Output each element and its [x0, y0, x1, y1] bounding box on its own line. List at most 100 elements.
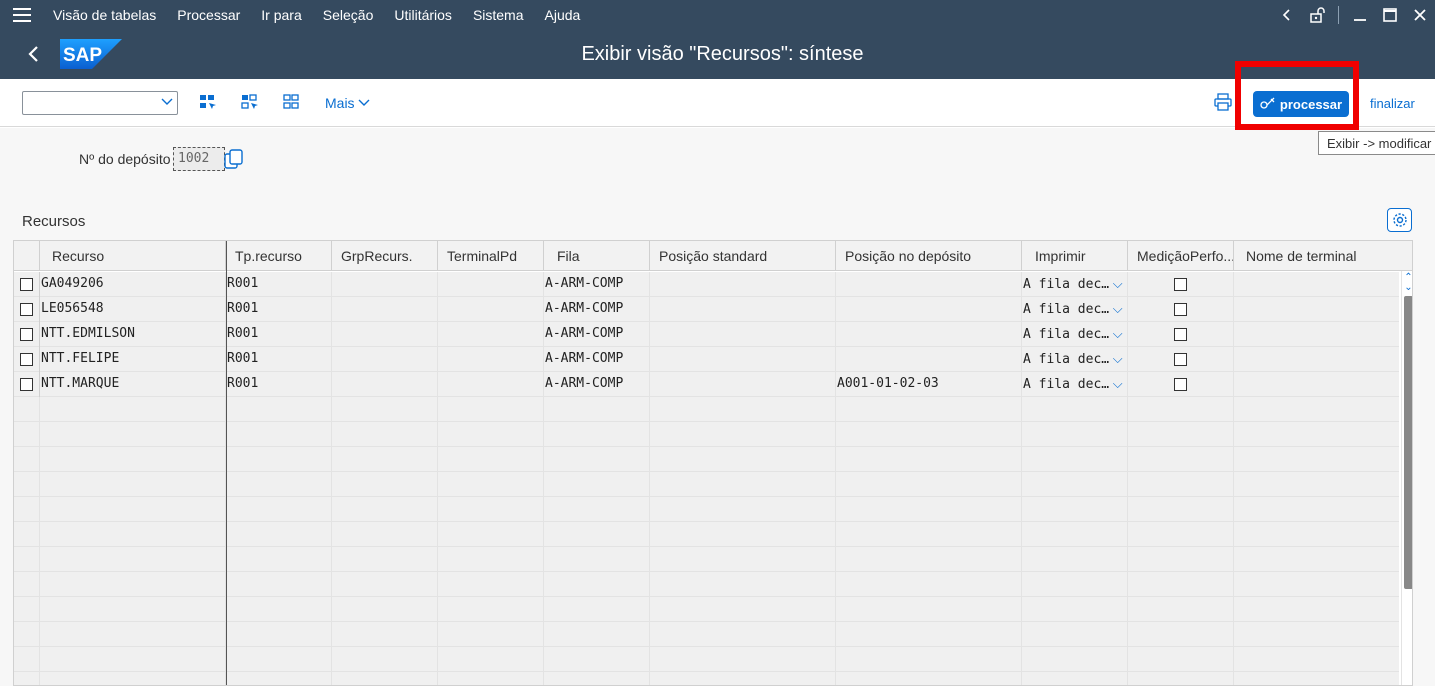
cell-grp-recurs[interactable]: [332, 347, 438, 372]
cell-posicao-standard[interactable]: [650, 322, 836, 347]
unlock-icon[interactable]: [1302, 0, 1332, 30]
column-header-posicao-standard[interactable]: Posição standard: [650, 241, 836, 271]
column-header-terminal-pd[interactable]: TerminalPd: [438, 241, 544, 271]
close-icon[interactable]: [1405, 0, 1435, 30]
cell-posicao-no-deposito[interactable]: [836, 272, 1022, 297]
cell-fila[interactable]: A-ARM-COMP: [544, 272, 650, 297]
cell-imprimir-dropdown[interactable]: A fila dec… ⌵: [1022, 272, 1128, 297]
cell-tp-recurso[interactable]: R001: [226, 372, 332, 397]
cell-posicao-no-deposito[interactable]: [836, 347, 1022, 372]
cell-recurso[interactable]: NTT.MARQUE: [40, 372, 226, 397]
medicao-checkbox[interactable]: [1174, 353, 1187, 366]
cell-fila[interactable]: A-ARM-COMP: [544, 372, 650, 397]
table-row[interactable]: NTT.MARQUE R001 A-ARM-COMP A001-01-02-03…: [14, 372, 1399, 397]
medicao-checkbox[interactable]: [1174, 328, 1187, 341]
value-help-icon[interactable]: [224, 149, 244, 171]
finish-button[interactable]: finalizar: [1370, 96, 1415, 111]
chevron-down-icon[interactable]: ⌵: [1109, 301, 1123, 316]
column-header-medicao-perfo[interactable]: MediçãoPerfo...: [1128, 241, 1234, 271]
cell-terminal-pd[interactable]: [438, 372, 544, 397]
cell-posicao-standard[interactable]: [650, 347, 836, 372]
column-header-grp-recurs[interactable]: GrpRecurs.: [332, 241, 438, 271]
cell-recurso[interactable]: NTT.FELIPE: [40, 347, 226, 372]
select-all-icon[interactable]: [199, 93, 219, 113]
menu-item-ajuda[interactable]: Ajuda: [545, 7, 581, 23]
cell-posicao-no-deposito[interactable]: [836, 297, 1022, 322]
cell-nome-de-terminal[interactable]: [1234, 322, 1401, 347]
column-header-imprimir[interactable]: Imprimir: [1022, 241, 1128, 271]
menu-item-processar[interactable]: Processar: [177, 7, 240, 23]
column-header-nome-de-terminal[interactable]: Nome de terminal: [1234, 241, 1401, 271]
table-row[interactable]: NTT.FELIPE R001 A-ARM-COMP A fila dec… ⌵: [14, 347, 1399, 372]
cell-fila[interactable]: A-ARM-COMP: [544, 322, 650, 347]
menu-item-sistema[interactable]: Sistema: [473, 7, 524, 23]
cell-tp-recurso[interactable]: R001: [226, 347, 332, 372]
cell-imprimir-dropdown[interactable]: A fila dec… ⌵: [1022, 322, 1128, 347]
cell-posicao-standard[interactable]: [650, 272, 836, 297]
cell-tp-recurso[interactable]: R001: [226, 322, 332, 347]
select-block-icon[interactable]: [241, 93, 261, 113]
cell-nome-de-terminal[interactable]: [1234, 272, 1401, 297]
row-checkbox[interactable]: [20, 328, 33, 341]
cell-nome-de-terminal[interactable]: [1234, 297, 1401, 322]
chevron-down-icon[interactable]: ⌵: [1109, 351, 1123, 366]
cell-imprimir-dropdown[interactable]: A fila dec… ⌵: [1022, 372, 1128, 397]
cell-posicao-no-deposito[interactable]: [836, 322, 1022, 347]
cell-imprimir-dropdown[interactable]: A fila dec… ⌵: [1022, 297, 1128, 322]
medicao-checkbox[interactable]: [1174, 303, 1187, 316]
cell-recurso[interactable]: LE056548: [40, 297, 226, 322]
table-row[interactable]: NTT.EDMILSON R001 A-ARM-COMP A fila dec……: [14, 322, 1399, 347]
printer-icon[interactable]: [1214, 93, 1234, 113]
menu-item-selecao[interactable]: Seleção: [323, 7, 374, 23]
row-selector-header[interactable]: [14, 241, 40, 271]
menu-item-visao-de-tabelas[interactable]: Visão de tabelas: [53, 7, 156, 23]
cell-grp-recurs[interactable]: [332, 372, 438, 397]
cell-nome-de-terminal[interactable]: [1234, 372, 1401, 397]
cell-recurso[interactable]: GA049206: [40, 272, 226, 297]
medicao-checkbox[interactable]: [1174, 278, 1187, 291]
row-checkbox[interactable]: [20, 278, 33, 291]
cell-terminal-pd[interactable]: [438, 347, 544, 372]
menu-item-utilitarios[interactable]: Utilitários: [394, 7, 452, 23]
chevron-down-icon[interactable]: ⌵: [1109, 376, 1123, 391]
row-checkbox[interactable]: [20, 378, 33, 391]
chevron-down-icon[interactable]: ⌵: [1109, 276, 1123, 291]
row-selector[interactable]: [14, 372, 40, 397]
cell-terminal-pd[interactable]: [438, 322, 544, 347]
command-field[interactable]: [22, 91, 178, 115]
cell-recurso[interactable]: NTT.EDMILSON: [40, 322, 226, 347]
table-settings-gear-icon[interactable]: [1387, 208, 1412, 232]
row-checkbox[interactable]: [20, 353, 33, 366]
minimize-icon[interactable]: [1345, 0, 1375, 30]
chevron-down-icon[interactable]: [161, 95, 173, 110]
cell-grp-recurs[interactable]: [332, 297, 438, 322]
maximize-icon[interactable]: [1375, 0, 1405, 30]
table-row[interactable]: GA049206 R001 A-ARM-COMP A fila dec… ⌵: [14, 272, 1399, 297]
deselect-all-icon[interactable]: [283, 93, 303, 113]
scrollbar-thumb[interactable]: [1404, 296, 1412, 589]
cell-tp-recurso[interactable]: R001: [226, 272, 332, 297]
cell-imprimir-dropdown[interactable]: A fila dec… ⌵: [1022, 347, 1128, 372]
row-selector[interactable]: [14, 322, 40, 347]
row-selector[interactable]: [14, 272, 40, 297]
chevron-left-icon[interactable]: [1272, 0, 1302, 30]
column-header-tp-recurso[interactable]: Tp.recurso: [226, 241, 332, 271]
menu-item-ir-para[interactable]: Ir para: [261, 7, 301, 23]
cell-grp-recurs[interactable]: [332, 272, 438, 297]
cell-posicao-standard[interactable]: [650, 372, 836, 397]
vertical-scrollbar[interactable]: ⌃ ⌄: [1401, 271, 1412, 685]
scroll-down-icon[interactable]: ⌄: [1402, 283, 1412, 293]
row-selector[interactable]: [14, 297, 40, 322]
cell-tp-recurso[interactable]: R001: [226, 297, 332, 322]
cell-fila[interactable]: A-ARM-COMP: [544, 347, 650, 372]
column-header-posicao-no-deposito[interactable]: Posição no depósito: [836, 241, 1022, 271]
more-menu[interactable]: Mais: [325, 95, 370, 111]
medicao-checkbox[interactable]: [1174, 378, 1187, 391]
cell-nome-de-terminal[interactable]: [1234, 347, 1401, 372]
column-header-recurso[interactable]: Recurso: [40, 241, 226, 271]
scroll-up-icon[interactable]: ⌃: [1402, 273, 1412, 283]
row-checkbox[interactable]: [20, 303, 33, 316]
row-selector[interactable]: [14, 347, 40, 372]
cell-terminal-pd[interactable]: [438, 297, 544, 322]
column-header-fila[interactable]: Fila: [544, 241, 650, 271]
